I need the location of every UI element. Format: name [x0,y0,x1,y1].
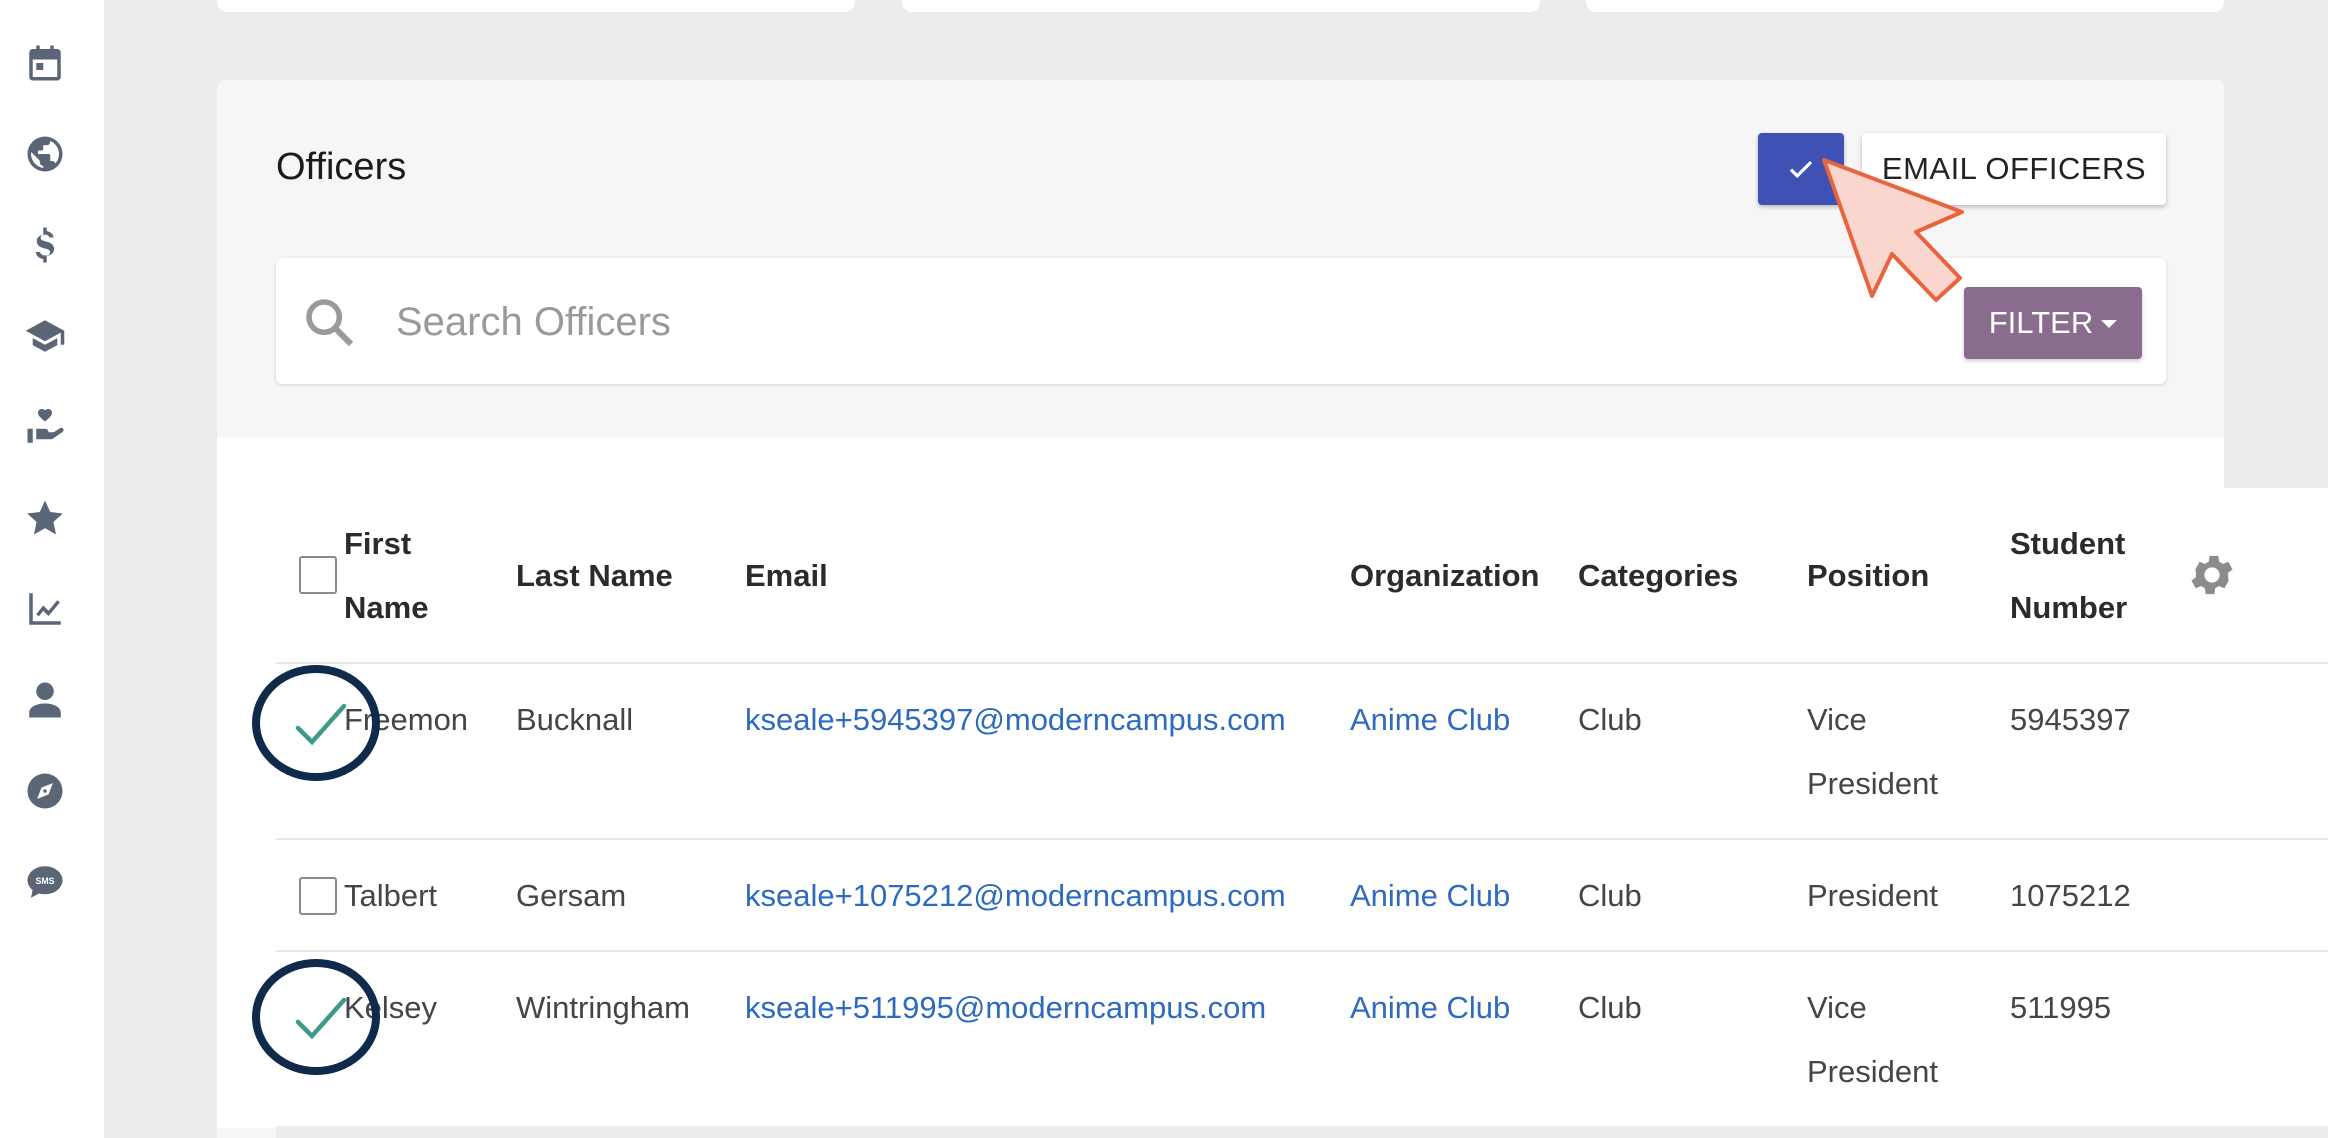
summary-card [902,0,1540,12]
column-header-position[interactable]: Position [1807,544,1929,608]
cell-first-name: Freemon [344,702,469,737]
cell-organization-link[interactable]: Anime Club [1350,688,1510,752]
filter-label: FILTER [1988,305,2094,340]
sidebar: SMS [0,0,104,1138]
table-footer [276,1126,2328,1138]
graduation-cap-icon[interactable] [22,313,68,359]
column-header-first-name[interactable]: First Name [344,512,454,640]
cell-email-link[interactable]: kseale+511995@moderncampus.com [745,976,1266,1040]
select-mode-button[interactable] [1758,133,1844,205]
cell-student-number: 511995 [2010,990,2112,1025]
cell-categories: Club [1578,878,1642,913]
row-divider [276,662,2328,664]
svg-text:SMS: SMS [36,876,55,886]
cell-position: President [1807,878,1938,913]
column-header-categories[interactable]: Categories [1578,544,1738,608]
row-divider [276,838,2328,840]
cell-last-name: Gersam [516,878,627,913]
column-header-organization[interactable]: Organization [1350,544,1539,608]
search-icon [306,299,354,347]
cell-last-name: Wintringham [516,990,690,1025]
cell-categories: Club [1578,990,1642,1025]
cell-organization-link[interactable]: Anime Club [1350,976,1510,1040]
check-icon [1789,160,1813,179]
summary-card [1586,0,2224,12]
select-all-checkbox[interactable] [299,556,337,594]
cell-position: Vice President [1807,990,1938,1089]
search-input[interactable] [396,290,1876,354]
gear-icon[interactable] [2186,549,2238,601]
column-header-email[interactable]: Email [745,544,828,608]
column-header-student-number[interactable]: Student Number [2010,512,2160,640]
cell-last-name: Bucknall [516,702,634,737]
dollar-icon[interactable] [22,222,68,268]
hand-heart-icon[interactable] [22,404,68,450]
filter-button[interactable]: FILTER [1964,287,2142,359]
chart-line-icon[interactable] [22,586,68,632]
star-icon[interactable] [22,495,68,541]
cell-first-name: Talbert [344,878,438,913]
cell-position: Vice President [1807,702,1938,801]
cell-email-link[interactable]: kseale+5945397@moderncampus.com [745,688,1286,752]
row-divider [276,950,2328,952]
chevron-down-icon [2101,320,2118,328]
page-title: Officers [276,146,407,188]
cell-categories: Club [1578,702,1642,737]
compass-icon[interactable] [22,768,68,814]
summary-card [217,0,855,12]
user-icon[interactable] [22,677,68,723]
cell-first-name: Kelsey [344,990,438,1025]
cell-student-number: 1075212 [2010,878,2131,913]
globe-icon[interactable] [22,131,68,177]
cell-student-number: 5945397 [2010,702,2131,737]
column-header-last-name[interactable]: Last Name [516,544,673,608]
cell-organization-link[interactable]: Anime Club [1350,864,1510,928]
calendar-icon[interactable] [22,40,68,86]
email-officers-button[interactable]: EMAIL OFFICERS [1862,133,2166,205]
row-checkbox[interactable] [299,877,337,915]
sms-icon[interactable]: SMS [22,859,68,905]
cell-email-link[interactable]: kseale+1075212@moderncampus.com [745,864,1286,928]
